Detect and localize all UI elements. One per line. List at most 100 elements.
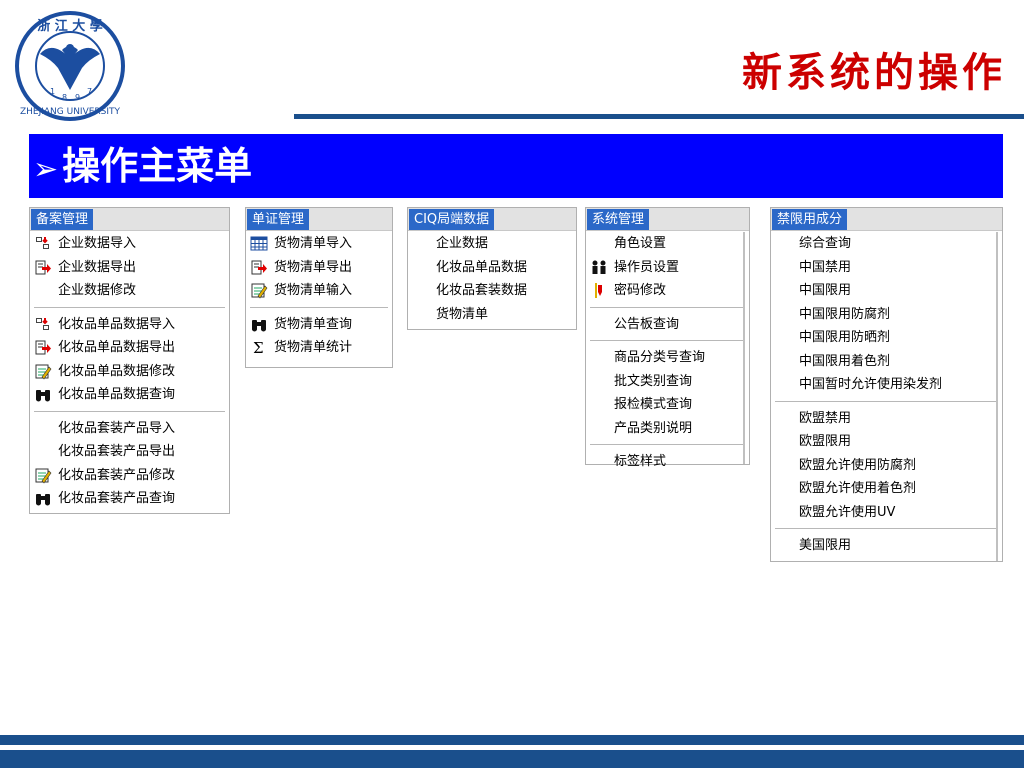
- menu-item[interactable]: 欧盟限用: [771, 430, 1002, 454]
- menu-item[interactable]: 货物清单查询: [246, 313, 392, 337]
- menu-item-label: 货物清单导入: [274, 236, 353, 251]
- banner-title: 操作主菜单: [62, 144, 253, 188]
- menu-item-label: 商品分类号查询: [614, 350, 706, 365]
- menu-item-label: 企业数据: [436, 236, 489, 251]
- menu-item[interactable]: 货物清单输入: [246, 279, 392, 303]
- menu-item-label: 美国限用: [799, 538, 852, 553]
- svg-text:Σ: Σ: [253, 339, 264, 356]
- menu-item[interactable]: 产品类别说明: [586, 417, 749, 441]
- menu-item[interactable]: 企业数据修改: [30, 279, 229, 303]
- menu-header[interactable]: 禁限用成分: [772, 209, 848, 230]
- menu-item[interactable]: 化妆品套装产品导入: [30, 417, 229, 441]
- menu-item[interactable]: 化妆品套装产品导出: [30, 440, 229, 464]
- menu-item[interactable]: Σ 货物清单统计: [246, 336, 392, 360]
- menu-item[interactable]: 欧盟允许使用着色剂: [771, 477, 1002, 501]
- menu-item-label: 企业数据导出: [58, 259, 137, 275]
- menu-item-label: 欧盟允许使用UV: [799, 504, 896, 520]
- menu-item-label: 欧盟禁用: [799, 410, 852, 426]
- menu-item[interactable]: 企业数据导出: [30, 256, 229, 280]
- menu-item[interactable]: 密码修改: [586, 279, 749, 303]
- menu-item[interactable]: 化妆品单品数据导入: [30, 313, 229, 337]
- menu-item-label: 货物清单统计: [274, 340, 353, 355]
- menu-items: 角色设置操作员设置密码修改公告板查询商品分类号查询批文类别查询报检模式查询 产品类…: [586, 232, 749, 474]
- menu-item-label: 化妆品单品数据修改: [58, 363, 176, 379]
- menu-header[interactable]: CIQ局端数据: [409, 209, 495, 230]
- menu-header[interactable]: 备案管理: [31, 209, 94, 230]
- menu-item[interactable]: 角色设置: [586, 232, 749, 256]
- menu-panel-4: 系统管理 角色设置操作员设置密码修改公告板查询商品分类号查询批文类别查询报检模式查…: [585, 207, 750, 469]
- menu-item[interactable]: 中国暂时允许使用染发剂: [771, 373, 1002, 397]
- menu-items: 企业数据导入 企业数据导出 企业数据修改 化妆品单品数据导入 化妆品单品数据导出 化妆品单…: [30, 232, 229, 511]
- import-icon: [34, 316, 52, 333]
- menu-header[interactable]: 单证管理: [247, 209, 310, 230]
- menu-item[interactable]: 化妆品套装数据: [408, 279, 576, 303]
- menu-item[interactable]: 中国禁用: [771, 256, 1002, 280]
- edit-icon: [250, 282, 268, 299]
- menu-item-label: 中国限用着色剂: [799, 353, 891, 369]
- menu-item-label: 操作员设置: [614, 259, 680, 275]
- menu-item[interactable]: 欧盟禁用: [771, 407, 1002, 431]
- menu-item[interactable]: 货物清单导入: [246, 232, 392, 256]
- menu-item[interactable]: 化妆品单品数据导出: [30, 336, 229, 360]
- menu-item-label: 产品类别说明: [614, 420, 693, 436]
- menu-item-label: 报检模式查询: [614, 397, 693, 412]
- grid-icon: [250, 235, 268, 252]
- svg-text:7: 7: [87, 87, 92, 96]
- menu-item-label: 标签样式: [614, 454, 667, 469]
- menu-item[interactable]: 中国限用防晒剂: [771, 326, 1002, 350]
- menu-item[interactable]: 货物清单导出: [246, 256, 392, 280]
- menu-item-label: 中国限用防腐剂: [799, 306, 891, 322]
- menu-item-label: 货物清单查询: [274, 316, 353, 332]
- menu-item[interactable]: 综合查询: [771, 232, 1002, 256]
- menu-item[interactable]: 欧盟允许使用UV: [771, 501, 1002, 525]
- menu-item-label: 化妆品单品数据导出: [58, 340, 176, 355]
- menu-item[interactable]: 货物清单: [408, 303, 576, 327]
- menu-item-label: 企业数据导入: [58, 236, 137, 251]
- menu-items: 综合查询中国禁用中国限用中国限用防腐剂中国限用防晒剂中国限用着色剂中国暂时允许使…: [771, 232, 1002, 558]
- export-icon: [34, 339, 52, 356]
- menu-item[interactable]: 化妆品单品数据修改: [30, 360, 229, 384]
- menu-panel-5: 禁限用成分综合查询中国禁用中国限用中国限用防腐剂中国限用防晒剂中国限用着色剂中国…: [770, 207, 1003, 562]
- binoculars-icon: [250, 316, 268, 333]
- menu-panel-1: 备案管理企业数据导入 企业数据导出 企业数据修改化妆品单品数据导入化妆品单品数据导出…: [29, 207, 230, 514]
- menu-item[interactable]: 报检模式查询: [586, 393, 749, 417]
- export-icon: [250, 259, 268, 276]
- logo-bottom-text: ZHEJIANG UNIVERSITY: [20, 107, 121, 117]
- menu-item[interactable]: 欧盟允许使用防腐剂: [771, 454, 1002, 478]
- menu-item-label: 公告板查询: [614, 316, 680, 332]
- menu-item[interactable]: 中国限用防腐剂: [771, 303, 1002, 327]
- menu-item[interactable]: 中国限用: [771, 279, 1002, 303]
- menu-item-label: 中国限用: [799, 283, 852, 298]
- slide-title: 新系统的操作: [742, 49, 1006, 96]
- menu-header[interactable]: 系统管理: [587, 209, 650, 230]
- menu-item[interactable]: 批文类别查询: [586, 370, 749, 394]
- sigma-icon: Σ: [250, 339, 268, 357]
- menu-item[interactable]: 化妆品单品数据查询: [30, 383, 229, 407]
- scrollbar[interactable]: [743, 232, 745, 464]
- menu-item-label: 化妆品套装产品修改: [58, 467, 176, 483]
- menu-item-label: 化妆品套装产品查询: [58, 491, 176, 506]
- logo-top-text: 浙 江 大 學: [37, 18, 103, 34]
- zhejiang-university-logo: 浙 江 大 學 1 8 9 7 ZHEJIANG UNIVERSITY: [15, 11, 125, 121]
- menu-item[interactable]: 操作员设置: [586, 256, 749, 280]
- menu-item[interactable]: 公告板查询: [586, 313, 749, 337]
- menu-separator: [775, 528, 998, 529]
- menu-item[interactable]: 企业数据导入: [30, 232, 229, 256]
- menu-panel-3: CIQ局端数据企业数据化妆品单品数据化妆品套装数据货物清单: [407, 207, 577, 330]
- export-icon: [34, 259, 52, 276]
- menu-separator: [34, 410, 225, 412]
- menu-item[interactable]: 标签样式: [586, 450, 749, 474]
- menu-item-label: 企业数据修改: [58, 283, 137, 298]
- svg-text:8: 8: [62, 93, 67, 102]
- menu-item-label: 综合查询: [799, 236, 852, 251]
- menu-item[interactable]: 化妆品套装产品查询: [30, 487, 229, 511]
- menu-item[interactable]: 美国限用: [771, 534, 1002, 558]
- binoculars-icon: [34, 386, 52, 403]
- scrollbar[interactable]: [996, 232, 998, 561]
- menu-item[interactable]: 化妆品单品数据: [408, 256, 576, 280]
- menu-item[interactable]: 企业数据: [408, 232, 576, 256]
- menu-item-label: 化妆品套装数据: [436, 283, 528, 298]
- menu-item[interactable]: 商品分类号查询: [586, 346, 749, 370]
- menu-item[interactable]: 中国限用着色剂: [771, 350, 1002, 374]
- menu-item[interactable]: 化妆品套装产品修改: [30, 464, 229, 488]
